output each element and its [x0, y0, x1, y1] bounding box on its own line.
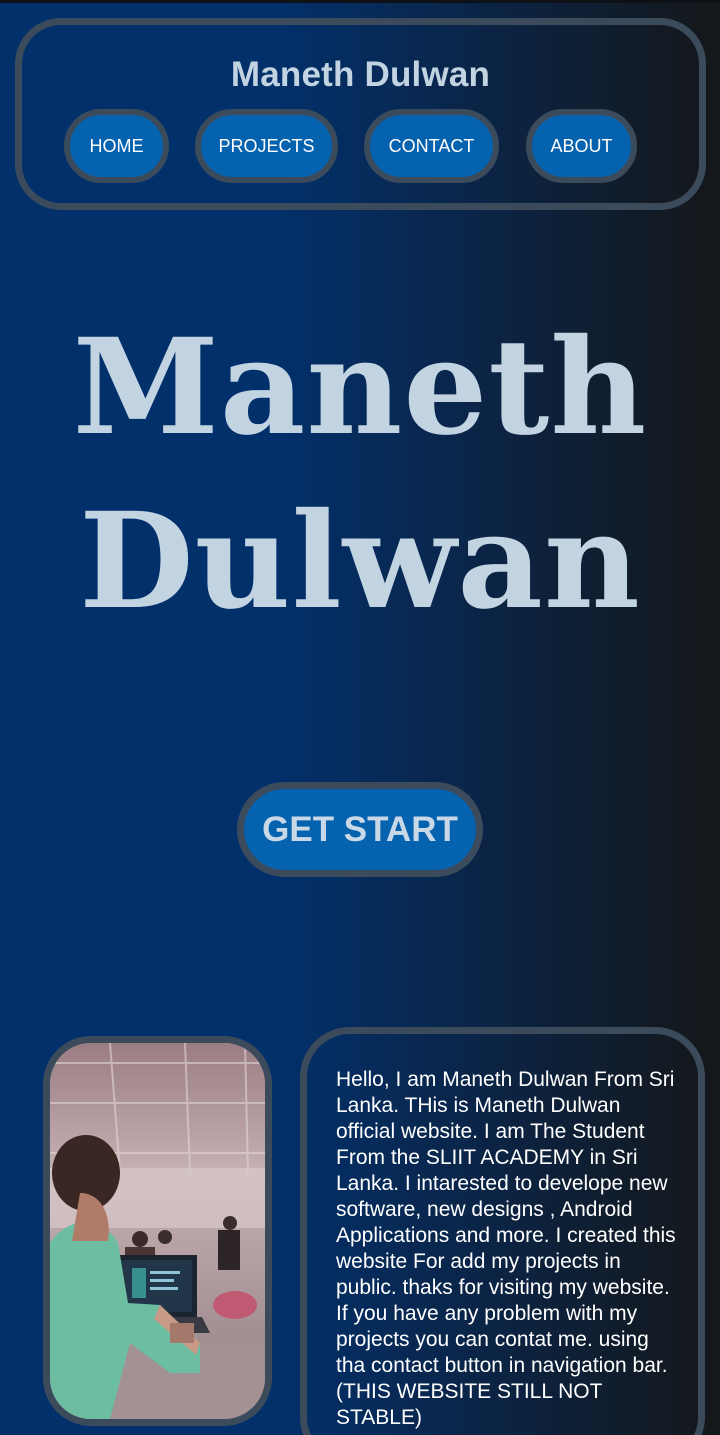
- nav-about-button[interactable]: ABOUT: [526, 109, 637, 183]
- nav-home-button[interactable]: HOME: [64, 109, 169, 183]
- profile-photo-image: [50, 1043, 265, 1419]
- profile-photo: [43, 1036, 272, 1426]
- get-start-button[interactable]: GET START: [237, 782, 483, 877]
- nav-projects-button[interactable]: PROJECTS: [195, 109, 338, 183]
- about-paragraph: Hello, I am Maneth Dulwan From Sri Lanka…: [336, 1068, 676, 1429]
- hero-name-first: Maneth: [72, 310, 648, 465]
- top-edge: [0, 0, 720, 3]
- site-title: Maneth Dulwan: [230, 55, 491, 94]
- nav-contact-button[interactable]: CONTACT: [364, 109, 499, 183]
- about-card: Hello, I am Maneth Dulwan From Sri Lanka…: [300, 1027, 705, 1435]
- hero-name-last: Dulwan: [79, 484, 641, 639]
